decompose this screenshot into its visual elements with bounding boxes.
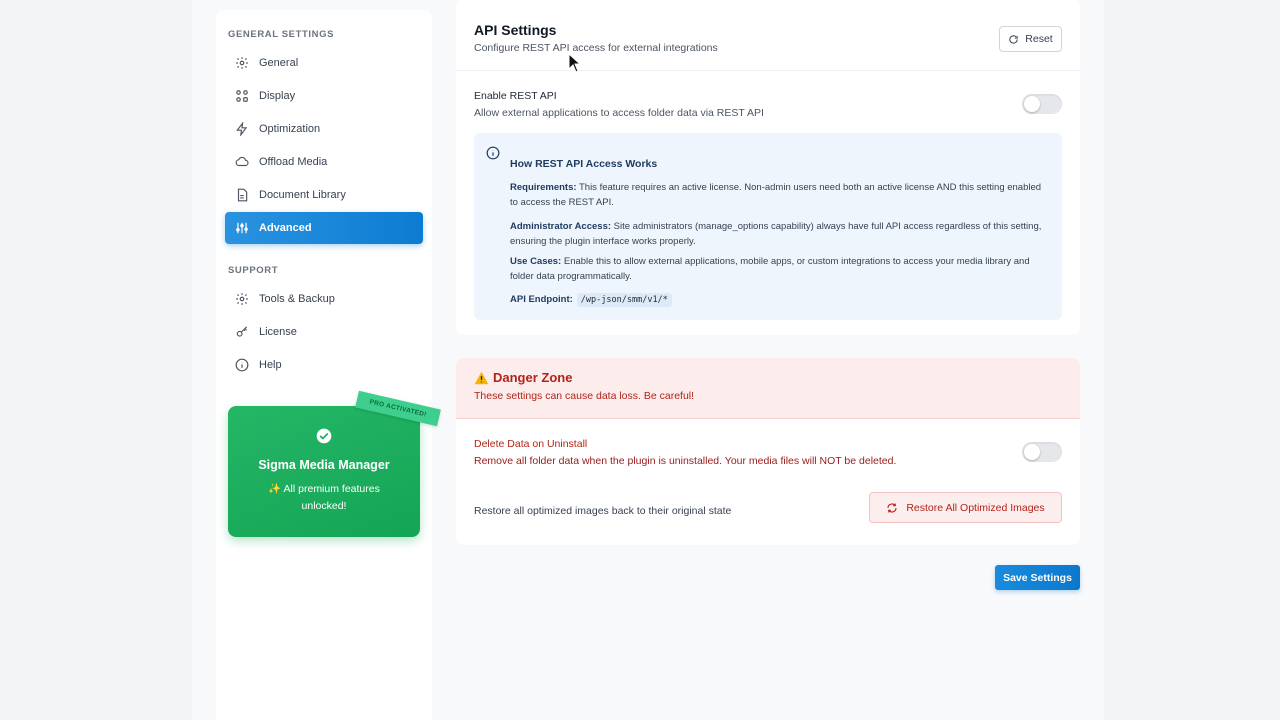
gear-icon — [236, 293, 248, 305]
sidebar-item-offload-media[interactable]: Offload Media — [225, 146, 423, 178]
danger-zone-title-text: Danger Zone — [493, 370, 573, 385]
sidebar-item-label: General — [259, 57, 299, 69]
sidebar-item-label: Tools & Backup — [259, 293, 335, 305]
sidebar-item-label: Offload Media — [259, 156, 328, 168]
promo-title: Sigma Media Manager — [258, 458, 390, 472]
admin-access-label: Administrator Access: — [510, 221, 612, 232]
sidebar-item-label: Optimization — [259, 123, 321, 135]
mouse-cursor-icon — [568, 53, 580, 73]
key-icon — [236, 326, 248, 337]
info-endpoint: API Endpoint:/wp-json/smm/v1/* — [510, 292, 1050, 308]
danger-zone-subtitle: These settings can cause data loss. Be c… — [474, 390, 695, 402]
info-admin-access: Administrator Access: Site administrator… — [510, 219, 1050, 249]
info-title: How REST API Access Works — [510, 158, 658, 170]
sidebar-item-advanced[interactable]: Advanced — [225, 212, 423, 244]
endpoint-code: /wp-json/smm/v1/* — [576, 293, 672, 307]
support-heading: SUPPORT — [228, 265, 279, 276]
header-divider — [456, 70, 1080, 71]
info-use-cases: Use Cases: Enable this to allow external… — [510, 254, 1050, 284]
requirements-text: This feature requires an active license.… — [510, 182, 1042, 208]
info-icon — [235, 358, 249, 372]
check-circle-icon — [316, 428, 332, 444]
use-cases-label: Use Cases: — [510, 256, 562, 267]
use-cases-text: Enable this to allow external applicatio… — [510, 256, 1030, 282]
sidebar-item-license[interactable]: License — [225, 316, 423, 348]
sidebar-item-general[interactable]: General — [225, 47, 423, 79]
reset-button[interactable]: Reset — [999, 26, 1062, 52]
document-icon — [237, 188, 248, 202]
rest-api-info-box: How REST API Access Works Requirements: … — [474, 133, 1062, 320]
grid-icon — [236, 90, 248, 102]
danger-zone-title: Danger Zone — [474, 370, 572, 385]
warning-icon — [474, 371, 489, 384]
requirements-label: Requirements: — [510, 182, 577, 193]
info-requirements: Requirements: This feature requires an a… — [510, 180, 1050, 210]
pro-activated-card: PRO ACTIVATED! Sigma Media Manager ✨ All… — [228, 390, 441, 537]
reset-button-label: Reset — [1025, 33, 1053, 45]
delete-data-description: Remove all folder data when the plugin i… — [474, 455, 897, 467]
delete-data-label: Delete Data on Uninstall — [474, 438, 588, 450]
danger-zone-body: Delete Data on Uninstall Remove all fold… — [456, 419, 1080, 545]
refresh-icon — [887, 502, 897, 513]
restore-button-label: Restore All Optimized Images — [906, 501, 1045, 514]
sidebar-item-optimization[interactable]: Optimization — [225, 113, 423, 145]
sidebar-item-label: Advanced — [259, 222, 312, 234]
enable-rest-api-toggle[interactable] — [1022, 94, 1062, 114]
delete-data-toggle[interactable] — [1022, 442, 1062, 462]
save-settings-button[interactable]: Save Settings — [995, 565, 1080, 590]
settings-sidebar: GENERAL SETTINGS General Display Optimiz… — [216, 10, 441, 720]
refresh-icon — [1009, 34, 1018, 44]
restore-optimized-images-button[interactable]: Restore All Optimized Images — [869, 492, 1062, 523]
sidebar-item-document-library[interactable]: Document Library — [225, 179, 423, 211]
api-settings-card: API Settings Configure REST API access f… — [456, 0, 1080, 335]
pro-activated-ribbon: PRO ACTIVATED! — [355, 390, 441, 427]
sidebar-item-help[interactable]: Help — [225, 349, 423, 381]
info-icon — [486, 146, 500, 160]
promo-description: ✨ All premium features unlocked! — [268, 483, 380, 512]
danger-zone-header: Danger Zone These settings can cause dat… — [456, 358, 1080, 419]
sidebar-item-label: Document Library — [259, 189, 346, 201]
restore-images-description: Restore all optimized images back to the… — [474, 505, 732, 517]
sidebar-item-label: License — [259, 326, 297, 338]
cloud-icon — [235, 156, 249, 167]
sidebar-item-label: Display — [259, 90, 296, 102]
page-subtitle: Configure REST API access for external i… — [474, 42, 718, 54]
general-settings-heading: GENERAL SETTINGS — [228, 29, 335, 40]
enable-rest-api-label: Enable REST API — [474, 90, 557, 102]
sidebar-item-display[interactable]: Display — [225, 80, 423, 112]
enable-rest-api-description: Allow external applications to access fo… — [474, 107, 764, 119]
sidebar-item-tools-backup[interactable]: Tools & Backup — [225, 283, 423, 315]
sliders-icon — [236, 222, 248, 234]
sidebar-item-label: Help — [259, 359, 282, 371]
lightning-icon — [236, 122, 248, 136]
endpoint-label: API Endpoint: — [510, 294, 573, 305]
page-title: API Settings — [474, 22, 557, 38]
gear-icon — [236, 57, 248, 69]
